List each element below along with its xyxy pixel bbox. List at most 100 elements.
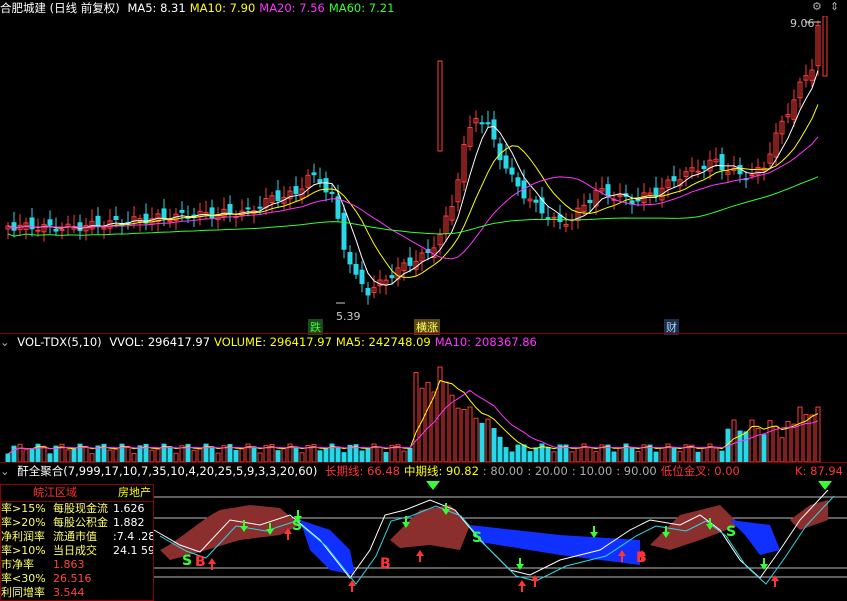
- fundamentals-row: 市净率 1.863: [1, 558, 153, 572]
- panel-settings-icon[interactable]: ⚙: [812, 0, 822, 13]
- row-value: 1.863: [53, 558, 85, 571]
- volume-bar: [815, 406, 821, 462]
- volume-bar: [671, 447, 677, 462]
- candle-body: [653, 187, 659, 197]
- volume-bar: [209, 446, 215, 462]
- volume-bar: [377, 446, 383, 462]
- candle-body: [179, 209, 185, 213]
- volume-bar: [215, 452, 221, 462]
- volume-bar: [419, 387, 425, 462]
- peak-sell-icon: [818, 481, 832, 490]
- stock-title[interactable]: 合肥城建 (日线 前复权): [0, 1, 120, 15]
- volume-indicator-0: VVOL: 296417.97: [109, 335, 211, 349]
- candle-body: [605, 184, 611, 196]
- fundamentals-row: 净利润率流通市值 :7.4 .283: [1, 530, 153, 544]
- volume-indicator-3: MA10: 208367.86: [434, 335, 537, 349]
- candle-body: [503, 155, 509, 169]
- panel-expand-icon[interactable]: ⇕: [830, 0, 839, 13]
- volume-ma10-line: [7, 389, 819, 455]
- volume-bar: [455, 407, 461, 462]
- signal-indicator-2: : 80.00: [482, 464, 524, 478]
- volume-bar: [659, 446, 665, 462]
- sell-arrow-icon: [590, 526, 598, 538]
- ma20-line: [7, 136, 819, 260]
- volume-bar: [695, 451, 701, 462]
- volume-bar: [575, 447, 581, 462]
- candle-body: [95, 215, 101, 227]
- signal-indicator-5: : 90.00: [616, 464, 657, 478]
- candle-body: [437, 60, 443, 152]
- signal-panel-header: ⌄ 酐全聚合(7,999,17,10,7,35,10,4,20,25,5,9,3…: [0, 463, 847, 479]
- row-sub-label: 每股现金流: [53, 502, 108, 515]
- fundamentals-row: 率>10% 当日成交 24.1 59亿: [1, 544, 153, 558]
- row-value: 1.626: [113, 502, 145, 515]
- volume-bar: [479, 422, 485, 462]
- volume-bar: [11, 445, 17, 462]
- candle-body: [275, 190, 281, 202]
- candle-body: [497, 143, 503, 161]
- long-band: [790, 500, 828, 530]
- volume-bar: [275, 450, 281, 462]
- row-label: 净利润率: [1, 530, 45, 543]
- volume-bar: [197, 448, 203, 462]
- volume-bar: [719, 450, 725, 462]
- signal-indicator-list: 长期线: 66.48 中期线: 90.82: 80.00: 20.00: 10.0…: [325, 464, 744, 478]
- volume-bar: [401, 450, 407, 462]
- row-label: 率>20%: [1, 516, 46, 529]
- candle-body: [635, 198, 641, 202]
- ma-indicator-list: MA5: 8.31 MA10: 7.90 MA20: 7.56 MA60: 7.21: [127, 1, 398, 15]
- volume-chart[interactable]: [0, 350, 847, 462]
- candle-body: [323, 178, 329, 193]
- candle-body: [245, 207, 251, 210]
- candle-body: [671, 176, 677, 182]
- row-value: :7.4 .283: [113, 530, 153, 543]
- candle-body: [113, 216, 119, 220]
- candle-body: [35, 229, 41, 232]
- volume-bar: [29, 449, 35, 462]
- ma-indicator-3: MA60: 7.21: [328, 1, 395, 15]
- ma60-line: [7, 176, 819, 237]
- volume-bar: [653, 451, 659, 462]
- volume-menu-icon[interactable]: ⌄: [0, 335, 10, 349]
- volume-bar: [317, 450, 323, 462]
- candlestick-chart[interactable]: [0, 16, 847, 334]
- volume-bar: [569, 451, 575, 462]
- candle-body: [209, 207, 215, 219]
- volume-bar: [497, 436, 503, 462]
- signal-letter: S: [726, 524, 736, 540]
- candle-body: [53, 228, 59, 232]
- candle-body: [485, 122, 491, 125]
- row-sub-label: 流通市值: [53, 530, 97, 543]
- peak-sell-icon: [426, 481, 440, 490]
- candle-body: [701, 165, 707, 170]
- volume-title[interactable]: VOL-TDX(5,10): [17, 335, 101, 349]
- volume-bar: [617, 447, 623, 462]
- industry-label: 房地产: [118, 486, 151, 499]
- volume-bar: [383, 451, 389, 462]
- candle-body: [11, 222, 17, 231]
- signal-indicator-6: 低位金叉: 0.00: [660, 464, 740, 478]
- signal-indicator-1: 中期线: 90.82: [403, 464, 479, 478]
- volume-bar: [449, 394, 455, 462]
- signal-title[interactable]: 酐全聚合(7,999,17,10,7,35,10,4,20,25,5,9,3,3…: [17, 464, 317, 478]
- signal-letter: S: [182, 553, 192, 569]
- volume-indicator-2: MA5: 242748.09: [335, 335, 431, 349]
- volume-bar: [701, 446, 707, 462]
- candle-body: [365, 287, 371, 296]
- candle-body: [551, 216, 557, 219]
- volume-bar: [239, 448, 245, 462]
- candle-body: [509, 167, 515, 175]
- volume-bar: [41, 445, 47, 462]
- volume-bar: [335, 446, 341, 462]
- volume-bar: [83, 445, 89, 462]
- fundamentals-row: 率>15% 每股现金流 1.626: [1, 502, 153, 516]
- volume-bar: [677, 450, 683, 462]
- volume-bar: [89, 453, 95, 462]
- volume-bar: [515, 444, 521, 462]
- volume-bar: [587, 447, 593, 462]
- signal-menu-icon[interactable]: ⌄: [0, 464, 10, 478]
- ma5-line: [7, 70, 819, 286]
- row-sub-label: 每股公积金: [53, 516, 108, 529]
- row-value: 24.1 59亿: [113, 544, 153, 557]
- candle-body: [335, 196, 341, 219]
